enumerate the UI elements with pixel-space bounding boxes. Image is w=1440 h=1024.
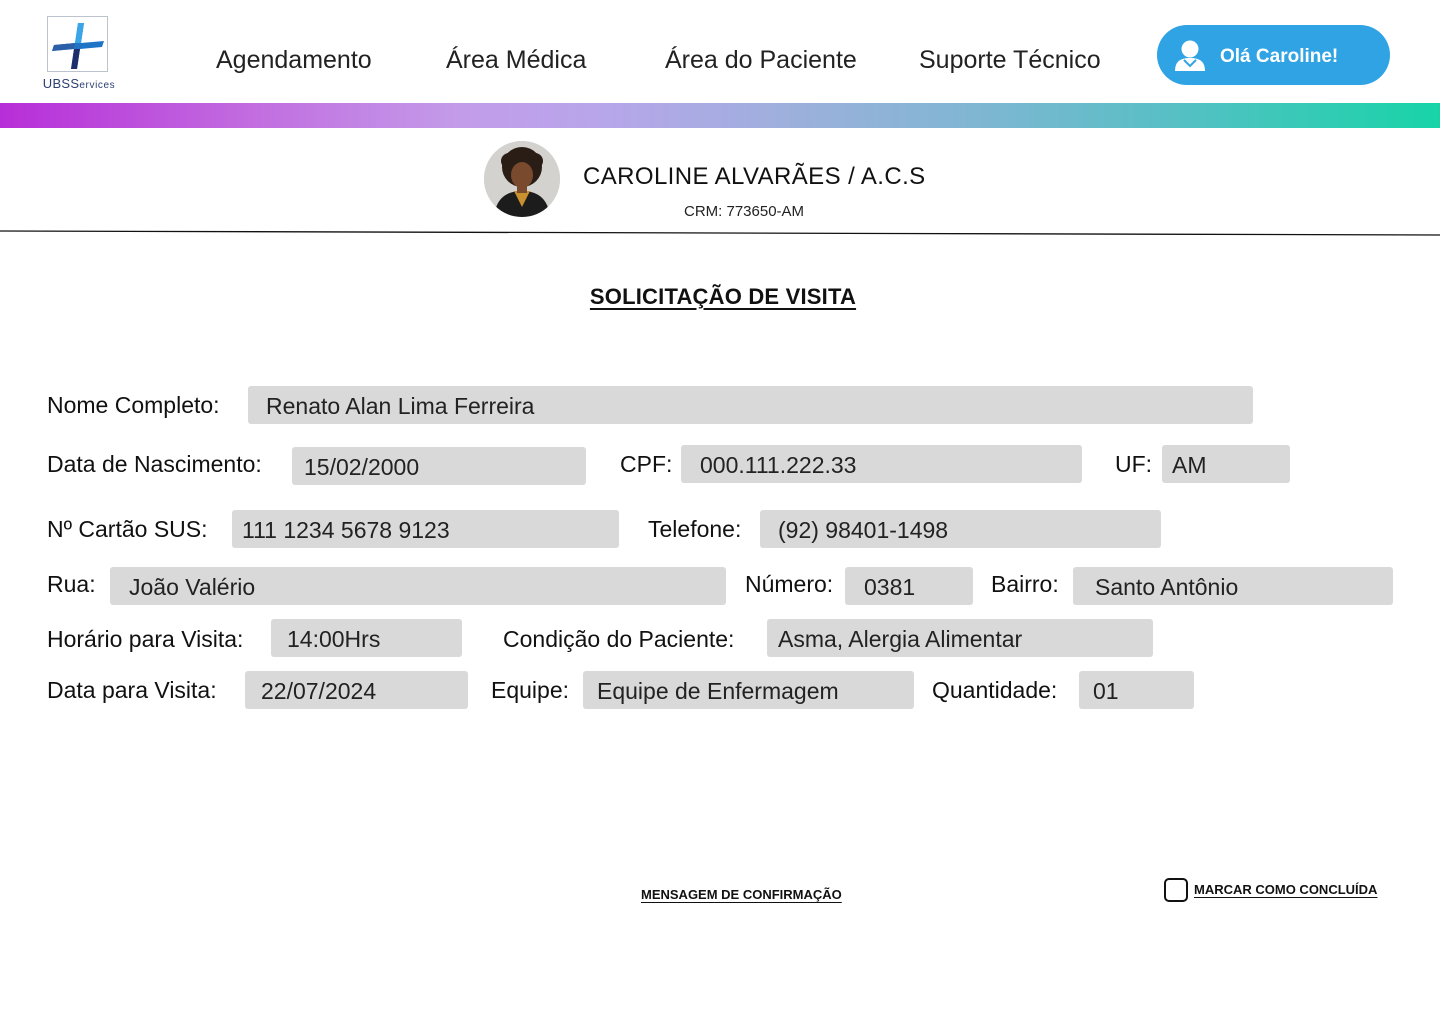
bairro-label: Bairro:	[991, 571, 1059, 597]
data-visita-label: Data para Visita:	[47, 677, 217, 703]
cpf-label: CPF:	[620, 451, 673, 477]
rua-field[interactable]: João Valério	[110, 567, 726, 605]
nav-area-medica[interactable]: Área Médica	[446, 46, 586, 75]
avatar	[484, 141, 560, 217]
nav-agendamento[interactable]: Agendamento	[216, 46, 372, 75]
horario-visita-label: Horário para Visita:	[47, 626, 244, 652]
section-divider	[0, 230, 1440, 236]
profile-crm: CRM: 773650-AM	[684, 203, 805, 220]
mark-done-label[interactable]: MARCAR COMO CONCLUÍDA	[1194, 882, 1377, 897]
quantidade-field[interactable]: 01	[1079, 671, 1194, 709]
numero-field[interactable]: 0381	[845, 567, 973, 605]
data-nascimento-label: Data de Nascimento:	[47, 451, 262, 477]
mark-done-checkbox[interactable]	[1164, 878, 1188, 902]
user-greeting: Olá Caroline!	[1220, 46, 1339, 67]
nome-completo-label: Nome Completo:	[47, 392, 220, 418]
cartao-sus-field[interactable]: 111 1234 5678 9123	[232, 510, 619, 548]
cartao-sus-label: Nº Cartão SUS:	[47, 516, 208, 542]
numero-label: Número:	[745, 571, 834, 597]
cross-logo-icon	[47, 16, 108, 72]
horario-visita-field[interactable]: 14:00Hrs	[271, 619, 462, 657]
bairro-field[interactable]: Santo Antônio	[1073, 567, 1393, 605]
user-menu-button[interactable]: Olá Caroline!	[1157, 25, 1390, 85]
user-icon	[1173, 38, 1207, 72]
confirmation-message-link[interactable]: MENSAGEM DE CONFIRMAÇÃO	[641, 887, 842, 902]
header-gradient-bar	[0, 103, 1440, 128]
condicao-paciente-label: Condição do Paciente:	[503, 626, 735, 652]
ubs-logo[interactable]: UBSServices	[36, 14, 122, 94]
nome-completo-field[interactable]: Renato Alan Lima Ferreira	[248, 386, 1253, 424]
page-title: SOLICITAÇÃO DE VISITA	[589, 284, 857, 309]
cpf-field[interactable]: 000.111.222.33	[681, 445, 1082, 483]
data-visita-field[interactable]: 22/07/2024	[245, 671, 468, 709]
profile-name: CAROLINE ALVARÃES / A.C.S	[583, 163, 926, 190]
rua-label: Rua:	[47, 571, 96, 597]
uf-field[interactable]: AM	[1162, 445, 1290, 483]
condicao-paciente-field[interactable]: Asma, Alergia Alimentar	[767, 619, 1153, 657]
uf-label: UF:	[1115, 451, 1153, 477]
telefone-field[interactable]: (92) 98401-1498	[760, 510, 1161, 548]
equipe-label: Equipe:	[491, 677, 570, 703]
quantidade-label: Quantidade:	[932, 677, 1058, 703]
logo-wordmark: UBSServices	[42, 76, 116, 91]
equipe-field[interactable]: Equipe de Enfermagem	[583, 671, 914, 709]
telefone-label: Telefone:	[648, 516, 742, 542]
nav-area-paciente[interactable]: Área do Paciente	[665, 46, 857, 75]
data-nascimento-field[interactable]: 15/02/2000	[292, 447, 586, 485]
nav-suporte-tecnico[interactable]: Suporte Técnico	[919, 46, 1101, 75]
